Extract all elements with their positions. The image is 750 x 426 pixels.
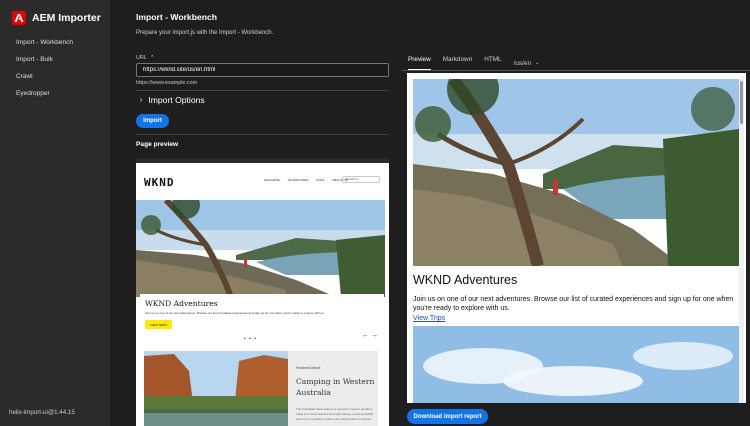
preview-nav-item[interactable]: MAGAZINE [264, 178, 280, 182]
sidebar-nav: Import - Workbench Import - Bulk Crawl E… [16, 38, 73, 106]
preview-canyon-image [144, 351, 288, 426]
tabs-divider [402, 70, 750, 71]
url-help-text: https://www.example.com [136, 80, 198, 86]
page-preview-frame[interactable]: WKND MAGAZINE ADVENTURES FAQS ABOUT US S… [136, 158, 389, 426]
preview-tabs: Preview Markdown HTML /us/en ⌄ [408, 56, 551, 71]
preview-scrollbar[interactable] [739, 77, 744, 403]
featured-text: The Australian West coast is a camper's … [296, 407, 374, 421]
page-title: Import - Workbench [136, 12, 218, 22]
preview-sky-image [413, 326, 739, 403]
tab-markdown[interactable]: Markdown [443, 56, 472, 70]
preview-featured-card: Featured Article Camping in Western Aust… [288, 351, 378, 426]
preview-hero-image [136, 200, 385, 297]
required-marker: * [151, 55, 154, 61]
preview-nav: MAGAZINE ADVENTURES FAQS ABOUT US [264, 178, 347, 182]
adobe-logo-icon [12, 11, 26, 25]
workbench-panel: Import - Workbench Prepare your import.j… [136, 0, 390, 426]
preview-search-input[interactable]: SEARCH [342, 176, 380, 183]
divider [136, 134, 389, 135]
url-label-text: URL [136, 55, 147, 61]
preview-hero-card: WKND Adventures Join us on one of our ne… [140, 294, 384, 338]
preview-nav-item[interactable]: FAQS [316, 178, 324, 182]
page-preview-heading: Page preview [136, 141, 179, 148]
app-brand: AEM Importer [12, 11, 101, 25]
featured-title: Camping in Western Australia [296, 377, 375, 397]
import-button[interactable]: Import [136, 114, 169, 128]
sidebar-item-import-workbench[interactable]: Import - Workbench [16, 38, 73, 55]
url-label: URL * [136, 55, 153, 61]
chevron-right-icon: › [140, 96, 143, 104]
sidebar-item-import-bulk[interactable]: Import - Bulk [16, 55, 73, 72]
version-label: helix-import-ui@1.44.15 [9, 409, 75, 416]
carousel-arrows[interactable]: ← → [362, 332, 378, 339]
import-options-label: Import Options [148, 95, 205, 105]
app-title: AEM Importer [32, 12, 101, 24]
carousel-dots[interactable]: • • • [244, 336, 257, 342]
preview-hero-text: Join us on one of our next adventures. B… [145, 311, 325, 315]
scrollbar-thumb[interactable] [740, 81, 743, 124]
preview-content-frame[interactable]: WKND Adventures Join us on one of our ne… [407, 73, 746, 403]
view-trips-link[interactable]: View Trips [413, 315, 445, 322]
sidebar-item-eyedropper[interactable]: Eyedropper [16, 89, 73, 106]
download-report-button[interactable]: Download import report [407, 409, 488, 424]
path-select[interactable]: /us/en ⌄ [514, 56, 540, 70]
featured-label: Featured Article [296, 366, 321, 370]
import-options-toggle[interactable]: › Import Options [140, 95, 205, 105]
chevron-down-icon: ⌄ [535, 60, 540, 66]
preview-hero-title: WKND Adventures [145, 299, 218, 308]
divider [136, 90, 389, 91]
preview-topbar [136, 158, 389, 163]
preview-nav-item[interactable]: ADVENTURES [288, 178, 309, 182]
preview-hero-image [413, 79, 739, 266]
tab-preview[interactable]: Preview [408, 56, 431, 71]
preview-view-trips-button[interactable]: VIEW TRIPS [145, 320, 172, 329]
path-select-value: /us/en [513, 59, 532, 67]
tab-html[interactable]: HTML [484, 56, 501, 70]
url-input[interactable] [136, 63, 389, 77]
preview-title: WKND Adventures [413, 273, 518, 287]
preview-text: Join us on one of our next adventures. B… [413, 296, 734, 312]
sidebar-item-crawl[interactable]: Crawl [16, 72, 73, 89]
page-subtitle: Prepare your import.js with the Import -… [136, 30, 274, 36]
sidebar: AEM Importer Import - Workbench Import -… [0, 0, 110, 426]
wknd-logo: WKND [144, 176, 175, 189]
